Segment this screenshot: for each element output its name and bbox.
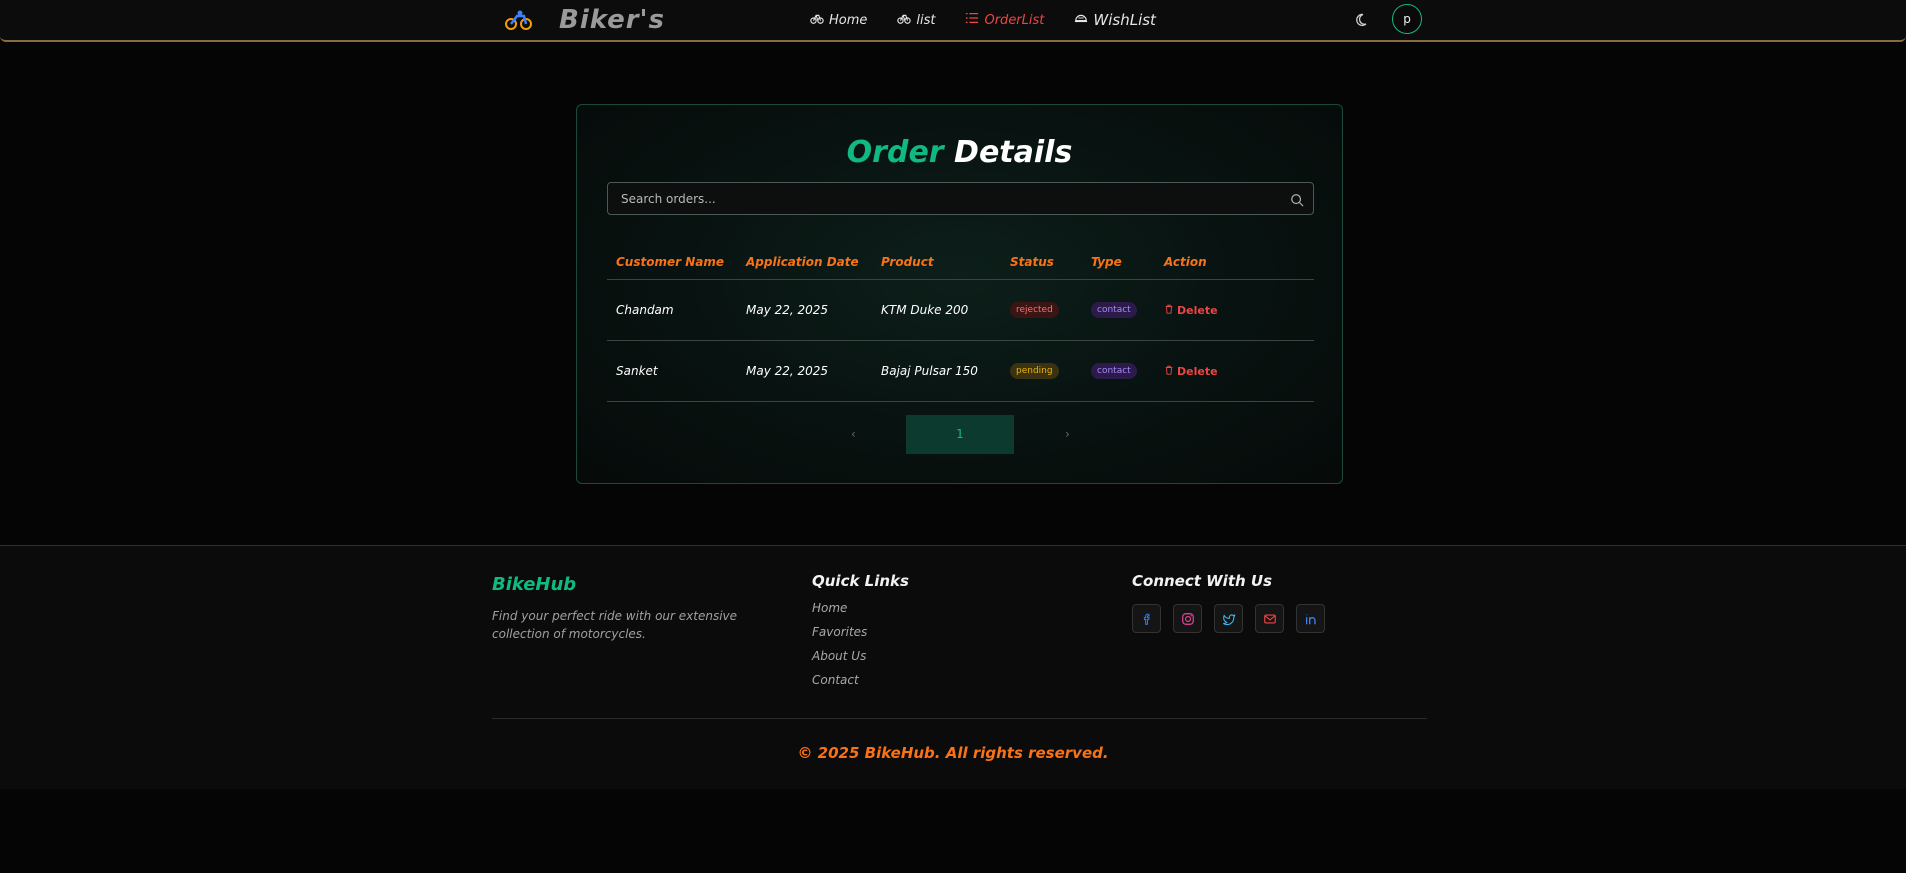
type-badge: contact xyxy=(1091,363,1137,379)
nav-links: Home list OrderList WishList xyxy=(810,11,1156,29)
table-header-row: Customer Name Application Date Product S… xyxy=(607,245,1314,280)
status-badge: rejected xyxy=(1010,302,1059,318)
customer-name: Chandam xyxy=(607,279,737,341)
title-order: Order xyxy=(846,135,944,170)
product-name: Bajaj Pulsar 150 xyxy=(872,340,1001,402)
navbar: Biker's Home list OrderList WishList p xyxy=(0,0,1906,42)
bike-icon xyxy=(897,11,912,29)
footer: BikeHub Find your perfect ride with our … xyxy=(0,545,1906,789)
orders-table: Customer Name Application Date Product S… xyxy=(607,245,1314,402)
table-row: Chandam May 22, 2025 KTM Duke 200 reject… xyxy=(607,279,1314,341)
delete-label: Delete xyxy=(1177,364,1218,378)
order-card: Order Details Customer Name Application … xyxy=(576,104,1343,484)
delete-button[interactable]: Delete xyxy=(1164,304,1218,317)
application-date: May 22, 2025 xyxy=(737,279,872,341)
column-product: Product xyxy=(872,245,1001,280)
footer-about: BikeHub Find your perfect ride with our … xyxy=(492,574,792,643)
brand-name: Biker's xyxy=(559,5,665,35)
status-badge: pending xyxy=(1010,363,1059,379)
helmet-icon xyxy=(1074,11,1088,29)
table-row: Sanket May 22, 2025 Bajaj Pulsar 150 pen… xyxy=(607,340,1314,402)
product-name: KTM Duke 200 xyxy=(872,279,1001,341)
prev-page-button[interactable]: ‹ xyxy=(851,415,871,454)
mail-icon[interactable] xyxy=(1255,604,1284,633)
column-type: Type xyxy=(1082,245,1155,280)
type-badge: contact xyxy=(1091,302,1137,318)
trash-icon xyxy=(1164,304,1174,317)
footer-link-favorites[interactable]: Favorites xyxy=(812,624,909,641)
search-icon[interactable] xyxy=(1290,192,1304,207)
title-details: Details xyxy=(954,135,1073,170)
list-icon xyxy=(965,11,979,29)
pagination: ‹ 1 › xyxy=(577,415,1342,454)
connect-title: Connect With Us xyxy=(1132,572,1272,590)
column-customer-name: Customer Name xyxy=(607,245,737,280)
footer-description: Find your perfect ride with our extensiv… xyxy=(492,609,738,641)
trash-icon xyxy=(1164,365,1174,378)
column-application-date: Application Date xyxy=(737,245,872,280)
nav-orderlist-label: OrderList xyxy=(984,12,1045,28)
footer-link-home[interactable]: Home xyxy=(812,600,909,617)
nav-orderlist[interactable]: OrderList xyxy=(965,11,1044,29)
application-date: May 22, 2025 xyxy=(737,340,872,402)
customer-name: Sanket xyxy=(607,340,737,402)
footer-connect: Connect With Us xyxy=(1132,572,1325,633)
next-page-button[interactable]: › xyxy=(1065,415,1085,454)
delete-button[interactable]: Delete xyxy=(1164,365,1218,378)
bike-icon xyxy=(810,11,824,29)
search-input[interactable] xyxy=(608,183,1313,214)
delete-label: Delete xyxy=(1177,303,1218,317)
footer-link-about[interactable]: About Us xyxy=(812,648,909,665)
copyright: © 2025 BikeHub. All rights reserved. xyxy=(797,744,1109,762)
nav-home-label: Home xyxy=(829,12,868,28)
avatar[interactable]: p xyxy=(1392,4,1422,34)
footer-divider xyxy=(492,718,1427,719)
nav-list-label: list xyxy=(916,12,936,28)
nav-wishlist-label: WishList xyxy=(1093,11,1156,29)
column-status: Status xyxy=(1001,245,1082,280)
page-1-button[interactable]: 1 xyxy=(906,415,1014,454)
instagram-icon[interactable] xyxy=(1173,604,1202,633)
quick-links-title: Quick Links xyxy=(812,572,909,590)
footer-link-contact[interactable]: Contact xyxy=(812,672,909,689)
bike-logo-icon xyxy=(503,4,535,36)
footer-quick-links: Quick Links Home Favorites About Us Cont… xyxy=(812,572,909,689)
nav-home[interactable]: Home xyxy=(810,11,867,29)
page-title: Order Details xyxy=(577,135,1342,170)
nav-wishlist[interactable]: WishList xyxy=(1074,11,1156,29)
nav-list[interactable]: list xyxy=(897,11,935,29)
brand[interactable]: Biker's xyxy=(503,4,665,36)
moon-icon[interactable] xyxy=(1355,12,1371,28)
footer-brand: BikeHub xyxy=(492,574,577,595)
column-action: Action xyxy=(1155,245,1314,280)
facebook-icon[interactable] xyxy=(1132,604,1161,633)
linkedin-icon[interactable] xyxy=(1296,604,1325,633)
search-box xyxy=(607,182,1314,215)
twitter-icon[interactable] xyxy=(1214,604,1243,633)
social-links xyxy=(1132,604,1325,633)
